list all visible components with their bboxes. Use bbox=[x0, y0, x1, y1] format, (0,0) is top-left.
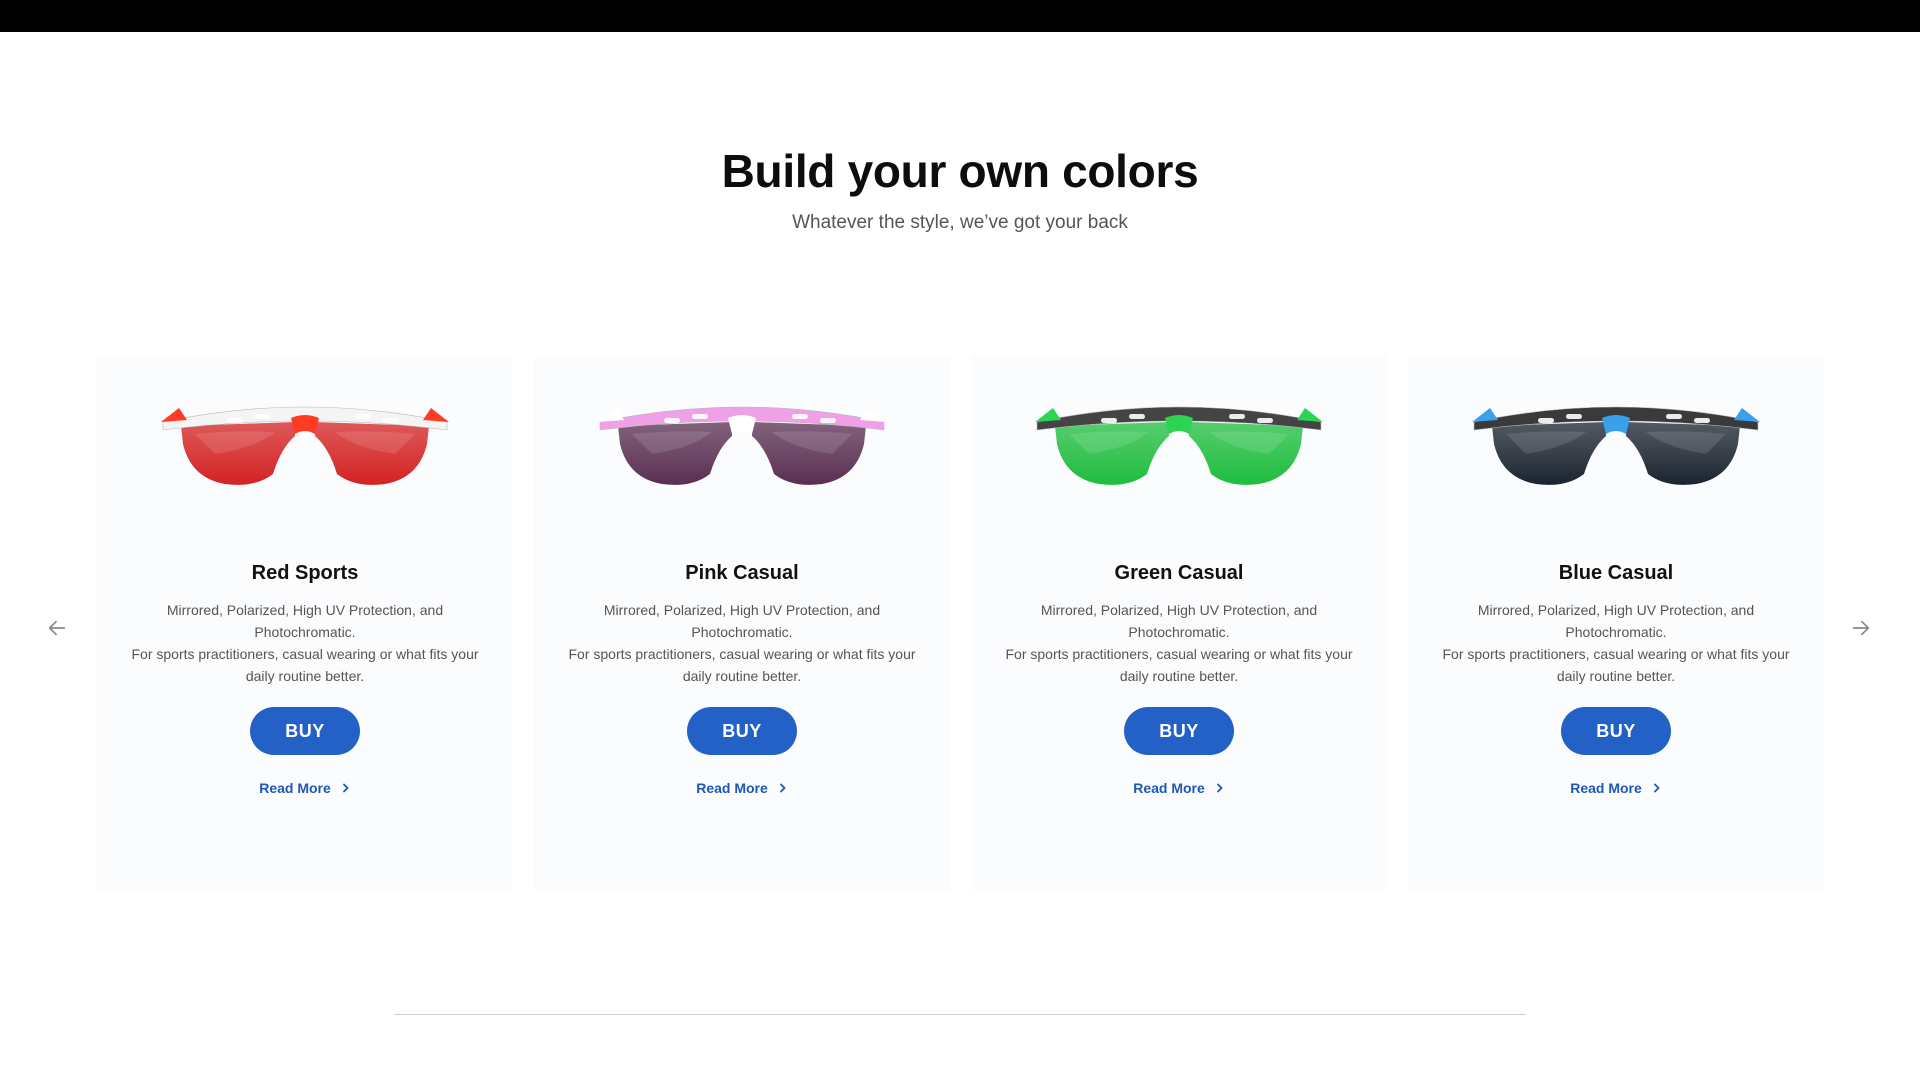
carousel-next-button[interactable] bbox=[1843, 610, 1879, 646]
read-more-label: Read More bbox=[696, 780, 768, 796]
read-more-link[interactable]: Read More bbox=[971, 780, 1387, 796]
product-title: Green Casual bbox=[1114, 562, 1244, 584]
read-more-label: Read More bbox=[1133, 780, 1205, 796]
description-line: Mirrored, Polarized, High UV Protection,… bbox=[166, 602, 444, 640]
product-title: Pink Casual bbox=[685, 562, 799, 584]
read-more-label: Read More bbox=[1570, 780, 1642, 796]
product-title: Blue Casual bbox=[1558, 562, 1674, 584]
product-title: Red Sports bbox=[251, 562, 359, 584]
buy-button[interactable]: BUY bbox=[687, 707, 797, 755]
product-description: Mirrored, Polarized, High UV Protection,… bbox=[121, 599, 489, 687]
buy-button[interactable]: BUY bbox=[1124, 707, 1234, 755]
lens-right bbox=[315, 422, 429, 485]
chevron-right-icon bbox=[779, 783, 786, 793]
product-description: Mirrored, Polarized, High UV Protection,… bbox=[1432, 599, 1800, 687]
product-carousel: Red Sports Mirrored, Polarized, High UV … bbox=[97, 356, 1825, 890]
lens-left bbox=[1055, 422, 1169, 485]
lens-left bbox=[181, 422, 295, 485]
arrow-left-icon bbox=[48, 620, 66, 636]
description-line: For sports practitioners, casual wearing… bbox=[568, 646, 916, 684]
page-subtitle: Whatever the style, we’ve got your back bbox=[792, 212, 1128, 233]
chevron-right-icon bbox=[1653, 783, 1660, 793]
buy-button[interactable]: BUY bbox=[1561, 707, 1671, 755]
buy-button[interactable]: BUY bbox=[250, 707, 360, 755]
chevron-right-icon bbox=[342, 783, 349, 793]
description-line: Mirrored, Polarized, High UV Protection,… bbox=[1477, 602, 1755, 640]
description-line: For sports practitioners, casual wearing… bbox=[131, 646, 479, 684]
product-description: Mirrored, Polarized, High UV Protection,… bbox=[995, 599, 1363, 687]
description-line: For sports practitioners, casual wearing… bbox=[1005, 646, 1353, 684]
sunglasses-image bbox=[161, 406, 449, 485]
carousel-prev-button[interactable] bbox=[39, 610, 75, 646]
lens-right bbox=[1626, 422, 1740, 485]
page-title: Build your own colors bbox=[721, 145, 1199, 197]
read-more-link[interactable]: Read More bbox=[97, 780, 513, 796]
section-divider bbox=[394, 1014, 1526, 1015]
lens-left bbox=[1492, 422, 1606, 485]
sunglasses-image bbox=[1035, 406, 1323, 485]
chevron-right-icon bbox=[1216, 783, 1223, 793]
sunglasses-image bbox=[1472, 406, 1760, 485]
product-card: Red Sports Mirrored, Polarized, High UV … bbox=[97, 356, 513, 890]
product-description: Mirrored, Polarized, High UV Protection,… bbox=[558, 599, 926, 687]
top-black-bar bbox=[0, 0, 1920, 32]
description-line: Mirrored, Polarized, High UV Protection,… bbox=[603, 602, 881, 640]
description-line: Mirrored, Polarized, High UV Protection,… bbox=[1040, 602, 1318, 640]
product-card: Green Casual Mirrored, Polarized, High U… bbox=[971, 356, 1387, 890]
description-line: For sports practitioners, casual wearing… bbox=[1442, 646, 1790, 684]
sunglasses-image bbox=[598, 406, 886, 485]
product-card: Pink Casual Mirrored, Polarized, High UV… bbox=[534, 356, 950, 890]
lens-right bbox=[752, 422, 866, 485]
product-card: Blue Casual Mirrored, Polarized, High UV… bbox=[1408, 356, 1824, 890]
lens-left bbox=[618, 422, 732, 485]
read-more-label: Read More bbox=[259, 780, 331, 796]
arrow-right-icon bbox=[1852, 620, 1870, 636]
read-more-link[interactable]: Read More bbox=[1408, 780, 1824, 796]
lens-right bbox=[1189, 422, 1303, 485]
read-more-link[interactable]: Read More bbox=[534, 780, 950, 796]
